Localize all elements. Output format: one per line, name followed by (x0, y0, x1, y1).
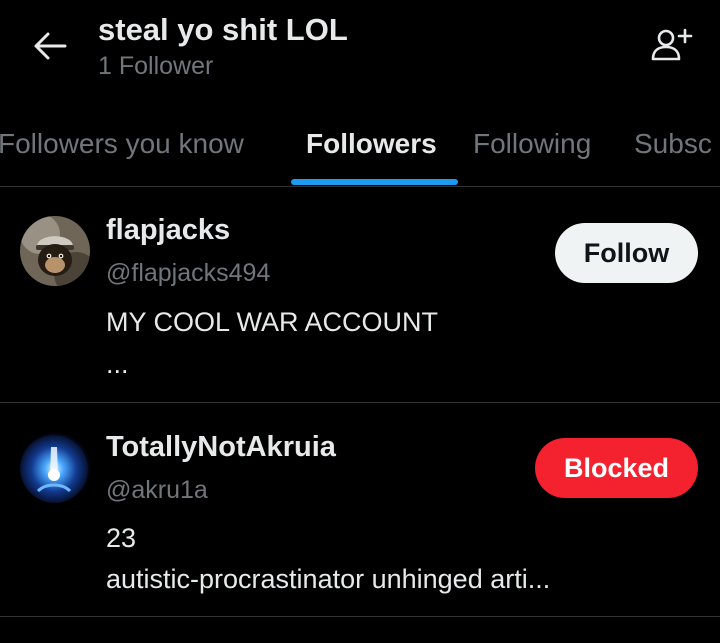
page-title: steal yo shit LOL (98, 12, 348, 47)
person-add-icon (651, 28, 693, 61)
user-bio: 23 (106, 523, 137, 553)
user-handle: @akru1a (106, 476, 208, 504)
avatar[interactable] (20, 216, 90, 286)
list-item[interactable]: TotallyNotAkruia @akru1a 23 autistic-pro… (0, 403, 720, 617)
user-bio-continued: ... (106, 349, 129, 379)
tab-subscriptions[interactable]: Subsc (634, 128, 712, 160)
blocked-button[interactable]: Blocked (535, 438, 698, 498)
tab-bar: Followers you know Followers Following S… (0, 104, 720, 187)
user-handle: @flapjacks494 (106, 259, 271, 287)
monkey-avatar-image (20, 216, 90, 286)
tab-followers[interactable]: Followers (306, 128, 437, 160)
arrow-left-icon (34, 32, 67, 60)
follower-count: 1 Follower (98, 52, 214, 80)
user-bio: MY COOL WAR ACCOUNT (106, 307, 439, 337)
tab-following[interactable]: Following (473, 128, 591, 160)
user-display-name[interactable]: TotallyNotAkruia (106, 431, 336, 464)
list-item[interactable]: flapjacks @flapjacks494 MY COOL WAR ACCO… (0, 187, 720, 403)
user-bio-continued: autistic-procrastinator unhinged arti... (106, 564, 551, 594)
back-button[interactable] (30, 26, 70, 66)
tab-followers-you-know[interactable]: Followers you know (0, 128, 244, 160)
active-tab-indicator (291, 179, 458, 185)
add-user-button[interactable] (648, 24, 696, 68)
blue-light-avatar-image (20, 433, 90, 503)
top-app-bar: steal yo shit LOL 1 Follower (0, 0, 720, 100)
avatar[interactable] (20, 433, 90, 503)
follow-button[interactable]: Follow (555, 223, 698, 283)
user-display-name[interactable]: flapjacks (106, 214, 230, 247)
